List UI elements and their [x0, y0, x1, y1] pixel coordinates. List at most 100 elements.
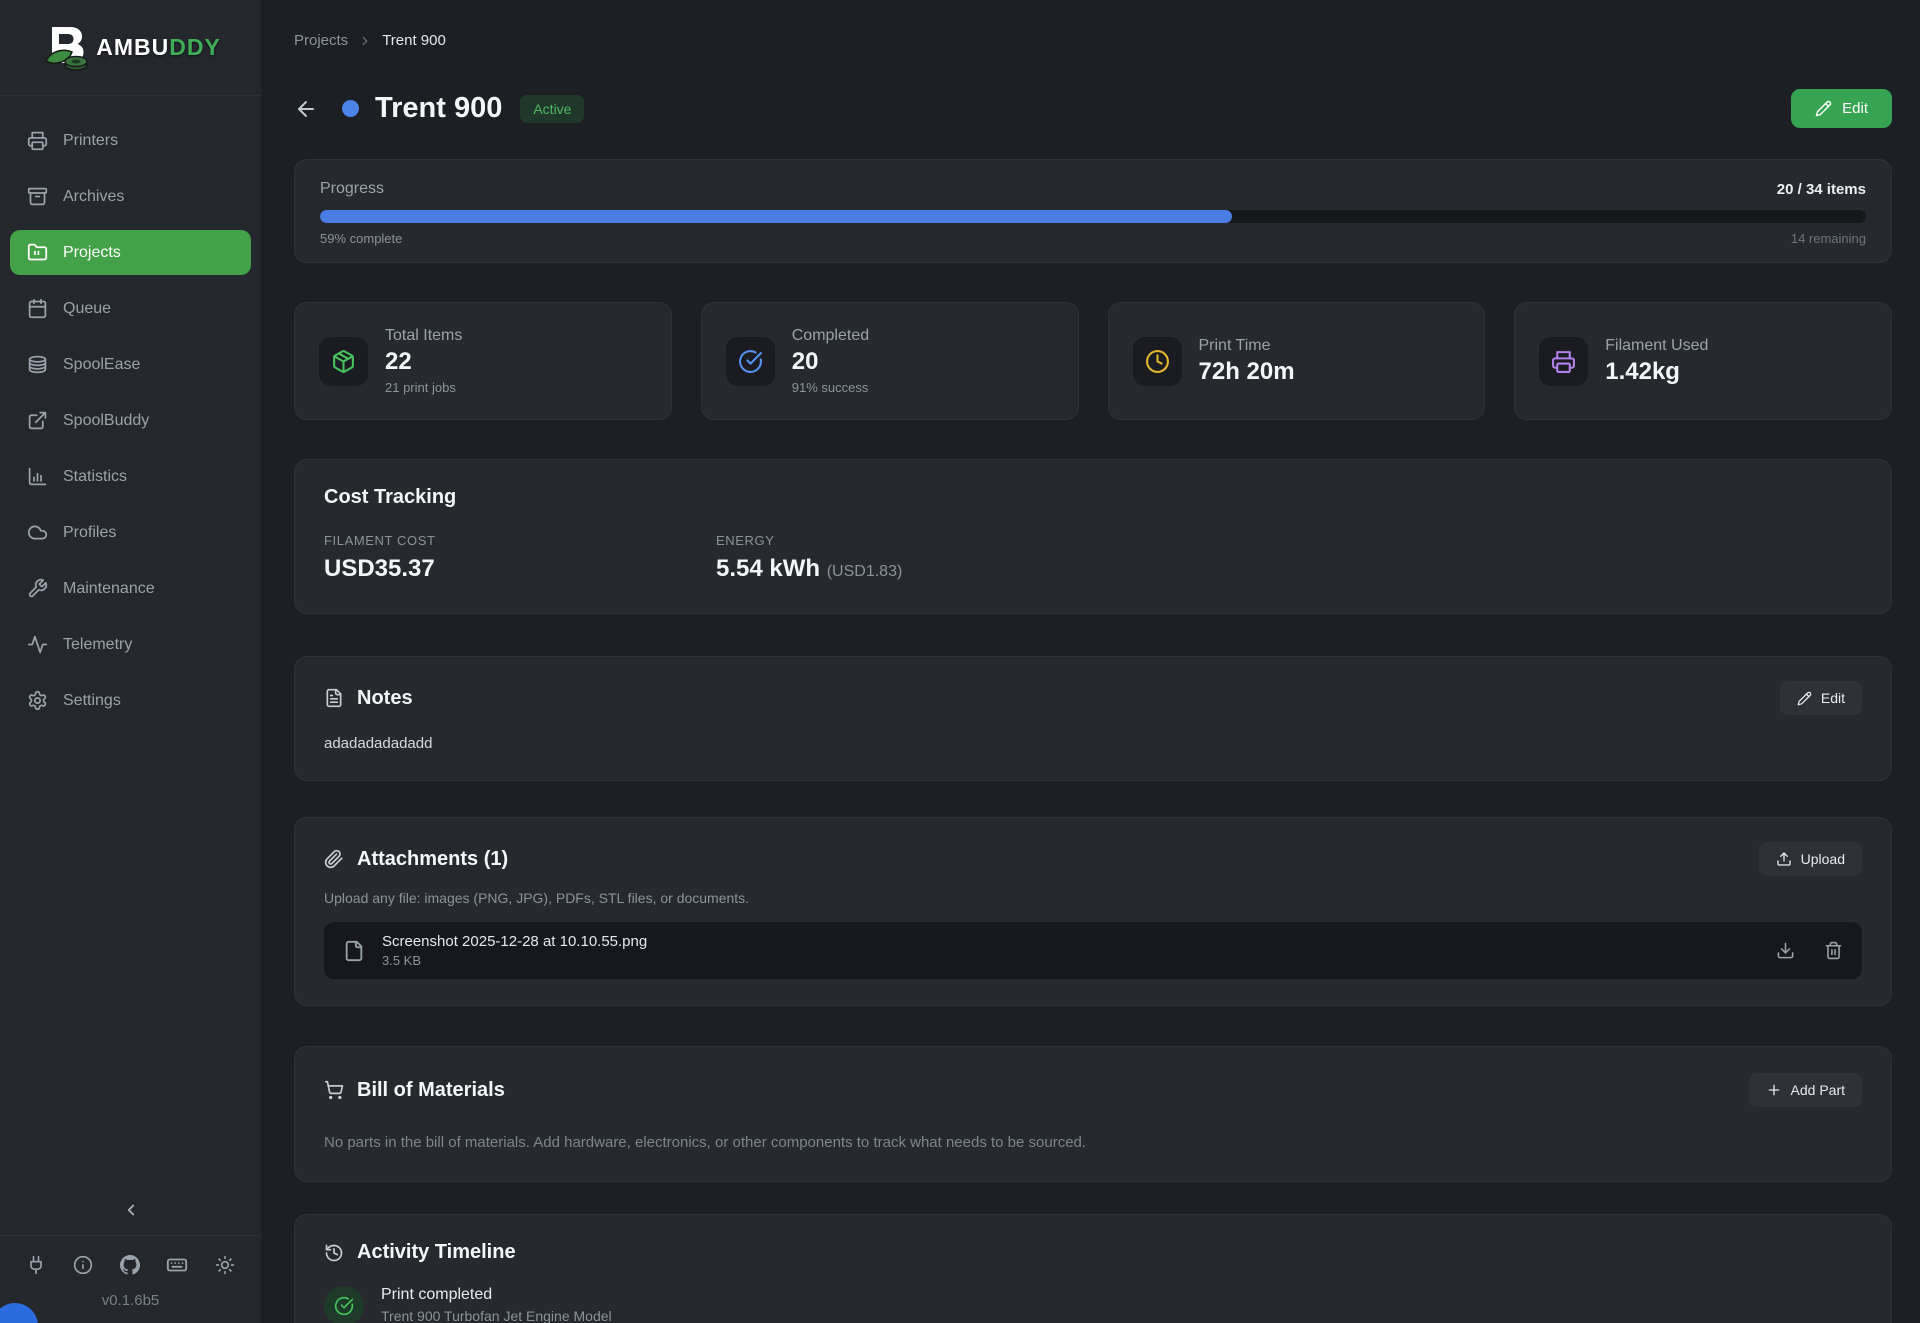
stat-label: Filament Used [1605, 337, 1708, 355]
sidebar-item-spoolbuddy[interactable]: SpoolBuddy [10, 398, 251, 443]
history-icon [324, 1243, 344, 1263]
sidebar: AMBUDDY Printers Archives Projects Queue… [0, 0, 261, 1323]
stat-value: 20 [792, 348, 869, 376]
theme-sun-icon[interactable] [215, 1255, 235, 1275]
sidebar-item-profiles[interactable]: Profiles [10, 510, 251, 555]
progress-remaining-text: 14 remaining [1791, 231, 1866, 246]
stat-label: Completed [792, 327, 869, 345]
info-icon[interactable] [73, 1255, 93, 1275]
sidebar-item-label: Telemetry [63, 636, 132, 654]
keyboard-icon[interactable] [166, 1254, 188, 1276]
progress-fill [320, 210, 1232, 223]
project-status-dot [342, 100, 359, 117]
sidebar-item-label: Archives [63, 188, 124, 206]
activity-icon [27, 634, 48, 655]
sidebar-item-projects[interactable]: Projects [10, 230, 251, 275]
page-header: Trent 900 Active Edit [294, 89, 1892, 128]
sidebar-item-label: SpoolBuddy [63, 412, 149, 430]
breadcrumb-current: Trent 900 [382, 32, 446, 49]
back-button[interactable] [294, 97, 318, 121]
sidebar-item-archives[interactable]: Archives [10, 174, 251, 219]
sidebar-item-label: Projects [63, 244, 121, 262]
wrench-icon [27, 578, 48, 599]
sidebar-nav: Printers Archives Projects Queue SpoolEa… [0, 96, 261, 1187]
sidebar-item-spoolease[interactable]: SpoolEase [10, 342, 251, 387]
timeline-entry: Print completed Trent 900 Turbofan Jet E… [324, 1286, 1862, 1323]
sidebar-item-telemetry[interactable]: Telemetry [10, 622, 251, 667]
plus-icon [1766, 1082, 1782, 1098]
breadcrumb: Projects Trent 900 [294, 32, 1892, 49]
stat-label: Print Time [1199, 337, 1295, 355]
filament-cost-label: FILAMENT COST [324, 533, 716, 548]
file-text-icon [324, 688, 344, 708]
sidebar-item-label: Queue [63, 300, 111, 318]
printer-icon [27, 130, 48, 151]
stat-value: 1.42kg [1605, 358, 1708, 386]
edit-project-button[interactable]: Edit [1791, 89, 1892, 128]
trash-icon[interactable] [1824, 941, 1843, 960]
stat-value: 22 [385, 348, 462, 376]
sidebar-item-label: Profiles [63, 524, 116, 542]
paperclip-icon [324, 849, 344, 869]
upload-button[interactable]: Upload [1759, 842, 1862, 876]
notes-title: Notes [357, 687, 413, 710]
stat-value: 72h 20m [1199, 358, 1295, 386]
filament-cost-value: USD35.37 [324, 555, 716, 583]
stat-card-total-items: Total Items 22 21 print jobs [294, 302, 672, 420]
add-part-button[interactable]: Add Part [1749, 1073, 1862, 1107]
sidebar-item-label: Statistics [63, 468, 127, 486]
chevron-left-icon [122, 1201, 140, 1219]
attachment-row: Screenshot 2025-12-28 at 10.10.55.png 3.… [324, 922, 1862, 979]
printer-icon [1539, 337, 1588, 386]
logo-mark-icon [40, 23, 92, 73]
file-icon [343, 940, 365, 962]
sidebar-item-label: SpoolEase [63, 356, 140, 374]
check-circle-icon [324, 1286, 364, 1323]
sidebar-item-label: Maintenance [63, 580, 155, 598]
pencil-icon [1815, 100, 1832, 117]
sidebar-item-label: Printers [63, 132, 118, 150]
page-title: Trent 900 [375, 92, 502, 125]
activity-timeline-card: Activity Timeline Print completed Trent … [294, 1214, 1892, 1323]
notes-content: adadadadadadd [324, 735, 1862, 752]
app-logo: AMBUDDY [0, 0, 261, 96]
external-link-icon [27, 410, 48, 431]
attachments-title: Attachments (1) [357, 848, 508, 871]
gear-icon [27, 690, 48, 711]
attachment-file-size: 3.5 KB [382, 953, 647, 968]
progress-bar [320, 210, 1866, 223]
chevron-right-icon [358, 34, 372, 48]
main-content: Projects Trent 900 Trent 900 Active Edit… [261, 0, 1920, 1323]
attachments-card: Attachments (1) Upload Upload any file: … [294, 817, 1892, 1006]
spool-icon [27, 354, 48, 375]
github-icon[interactable] [120, 1255, 140, 1275]
stat-sub: 91% success [792, 380, 869, 395]
timeline-entry-subtitle: Trent 900 Turbofan Jet Engine Model [381, 1308, 612, 1323]
sidebar-item-label: Settings [63, 692, 121, 710]
edit-notes-button[interactable]: Edit [1780, 681, 1862, 715]
sidebar-item-settings[interactable]: Settings [10, 678, 251, 723]
stat-card-filament-used: Filament Used 1.42kg [1514, 302, 1892, 420]
bar-chart-icon [27, 466, 48, 487]
plug-icon[interactable] [26, 1255, 46, 1275]
progress-percent-text: 59% complete [320, 231, 402, 246]
sidebar-collapse-button[interactable] [0, 1187, 261, 1235]
sidebar-footer: v0.1.6b5 [0, 1235, 261, 1323]
sidebar-item-queue[interactable]: Queue [10, 286, 251, 331]
sidebar-item-statistics[interactable]: Statistics [10, 454, 251, 499]
download-icon[interactable] [1776, 941, 1795, 960]
bom-title: Bill of Materials [357, 1079, 505, 1102]
stat-card-print-time: Print Time 72h 20m [1108, 302, 1486, 420]
bom-empty-text: No parts in the bill of materials. Add h… [324, 1134, 1862, 1151]
progress-items-count: 20 / 34 items [1777, 181, 1866, 198]
timeline-title: Activity Timeline [357, 1241, 516, 1264]
upload-icon [1776, 851, 1792, 867]
pencil-icon [1797, 691, 1812, 706]
energy-label: ENERGY [716, 533, 1862, 548]
status-badge: Active [520, 95, 584, 123]
sidebar-item-printers[interactable]: Printers [10, 118, 251, 163]
cost-tracking-title: Cost Tracking [324, 486, 1862, 509]
breadcrumb-projects-link[interactable]: Projects [294, 32, 348, 49]
folder-icon [27, 242, 48, 263]
sidebar-item-maintenance[interactable]: Maintenance [10, 566, 251, 611]
